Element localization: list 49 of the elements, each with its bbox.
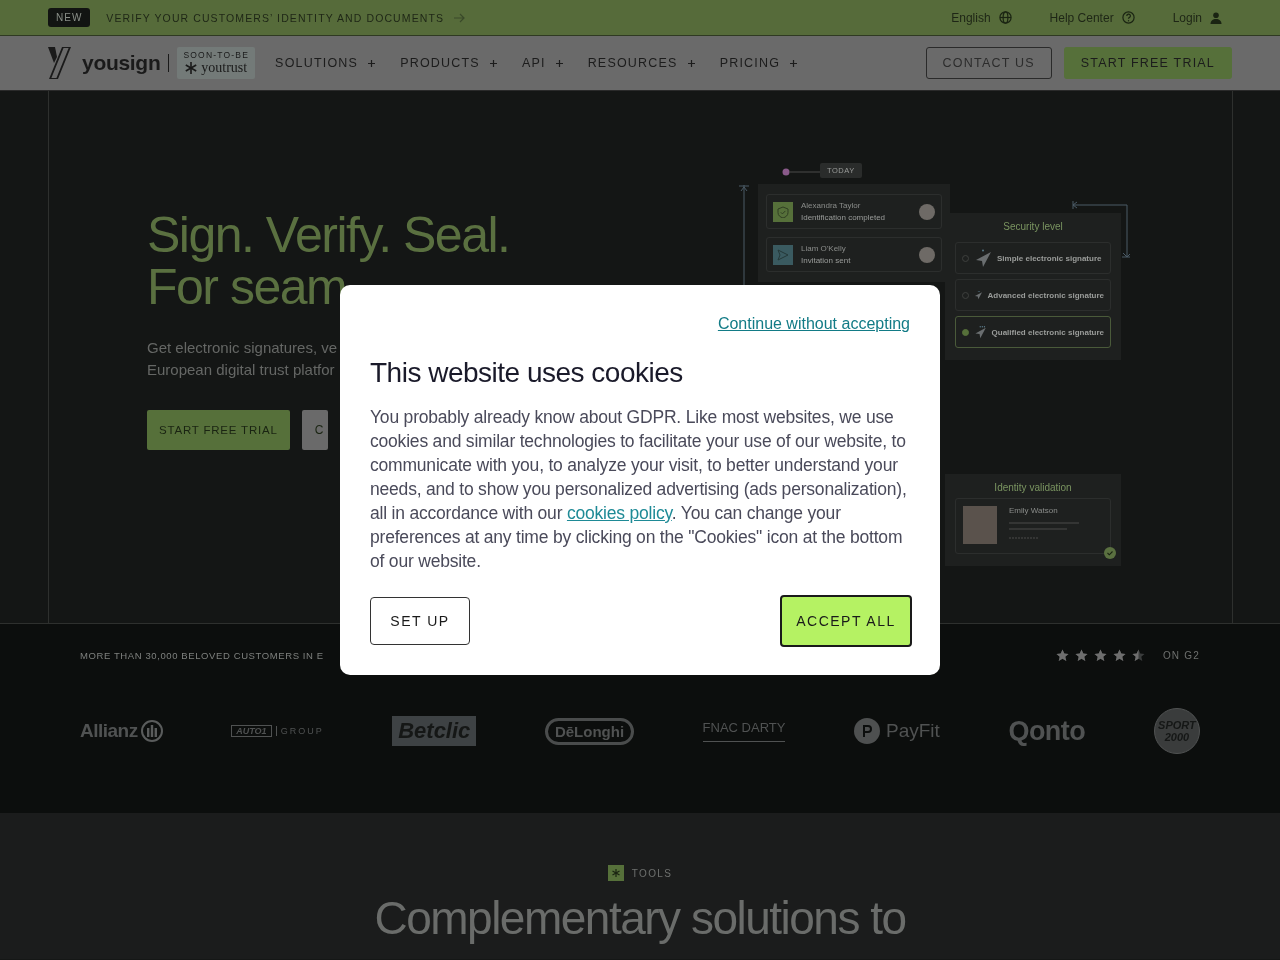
section-heading: Complementary solutions to — [374, 891, 906, 945]
customer-logo: Qonto — [1008, 715, 1086, 747]
customer-logo: Allianz — [80, 720, 163, 742]
contact-button[interactable]: CONTACT US — [925, 47, 1052, 79]
panel-title: Identity validation — [993, 482, 1073, 493]
person-name: Liam O'Kelly — [801, 244, 847, 253]
signature-option[interactable]: Simple electronic signature — [955, 242, 1111, 274]
cookies-policy-link[interactable]: cookies policy — [566, 503, 672, 523]
person-name: Alexandra Taylor — [801, 201, 862, 210]
activity-status: Invitation sent — [801, 256, 852, 265]
activity-status: Identification completed — [801, 213, 887, 222]
set-up-button[interactable]: SET UP — [370, 597, 470, 645]
new-badge: NEW — [48, 8, 91, 27]
tag-caption: SOON-TO-BE — [183, 50, 250, 60]
nav-menu-item[interactable]: PRICING — [719, 56, 798, 70]
dialog-text: You probably already know about GDPR. Like most websites, we use cookies and similar technologies to facilitate your use of our website, to communicate with you, to analyze your visit, to better understand your needs, and to show you personalized advertising (ads personalization), all in accordance with our cookies policy. You can change your preferences at any time by clicking on the "Cookies" icon at the bottom of our website. — [370, 406, 908, 573]
section-label: TOOLS — [631, 867, 673, 879]
customer-logo: FNAC DARTY — [702, 720, 786, 742]
start-trial-button[interactable]: START FREE TRIAL — [147, 410, 290, 450]
option-label: Advanced electronic signature — [987, 290, 1104, 300]
signature-option[interactable]: Advanced electronic signature — [955, 279, 1111, 311]
dialog-title: This website uses cookies — [370, 357, 684, 389]
yousign-logo[interactable]: yousign — [48, 47, 161, 79]
announcement-link[interactable]: NEW VERIFY YOUR CUSTOMERS’ IDENTITY AND DOCUMENTS — [48, 8, 467, 27]
option-label: Simple electronic signature — [997, 253, 1102, 263]
hero-subtitle: Get electronic signatures, ve European digital trust platfor — [147, 338, 338, 380]
tag-name: youtrust — [201, 60, 248, 76]
hero-heading: Sign. Verify. Seal. For seam — [147, 209, 510, 313]
announcement-text: VERIFY YOUR CUSTOMERS’ IDENTITY AND DOCUMENTS — [106, 11, 445, 24]
utility-link[interactable]: English — [951, 10, 1012, 25]
signature-option[interactable]: Qualified electronic signature — [955, 316, 1111, 348]
person-name: Emily Watson — [1009, 506, 1059, 515]
rating-source: ON G2 — [1162, 650, 1200, 661]
nav-menu-item[interactable]: API — [521, 56, 563, 70]
secondary-button[interactable]: C — [301, 410, 328, 450]
customer-logo: DēLonghi — [544, 717, 635, 745]
utility-link[interactable]: Login — [1172, 10, 1222, 25]
option-label: Qualified electronic signature — [991, 327, 1104, 337]
accept-all-button[interactable]: ACCEPT ALL — [780, 595, 912, 647]
customer-logo: PayFit — [853, 718, 940, 744]
customer-logo: AUTO1 GROUP — [231, 725, 324, 737]
continue-without-accepting-link[interactable]: Continue without accepting — [717, 315, 910, 333]
customers-caption: MORE THAN 30,000 BELOVED CUSTOMERS IN E — [80, 650, 324, 661]
nav-menu-item[interactable]: PRODUCTS — [400, 56, 497, 70]
start-trial-button[interactable]: START FREE TRIAL — [1063, 47, 1232, 79]
nav-menu-item[interactable]: SOLUTIONS — [275, 56, 376, 70]
utility-link[interactable]: Help Center — [1049, 10, 1135, 25]
nav-menu-item[interactable]: RESOURCES — [587, 56, 695, 70]
panel-title: Security level — [1002, 221, 1064, 232]
